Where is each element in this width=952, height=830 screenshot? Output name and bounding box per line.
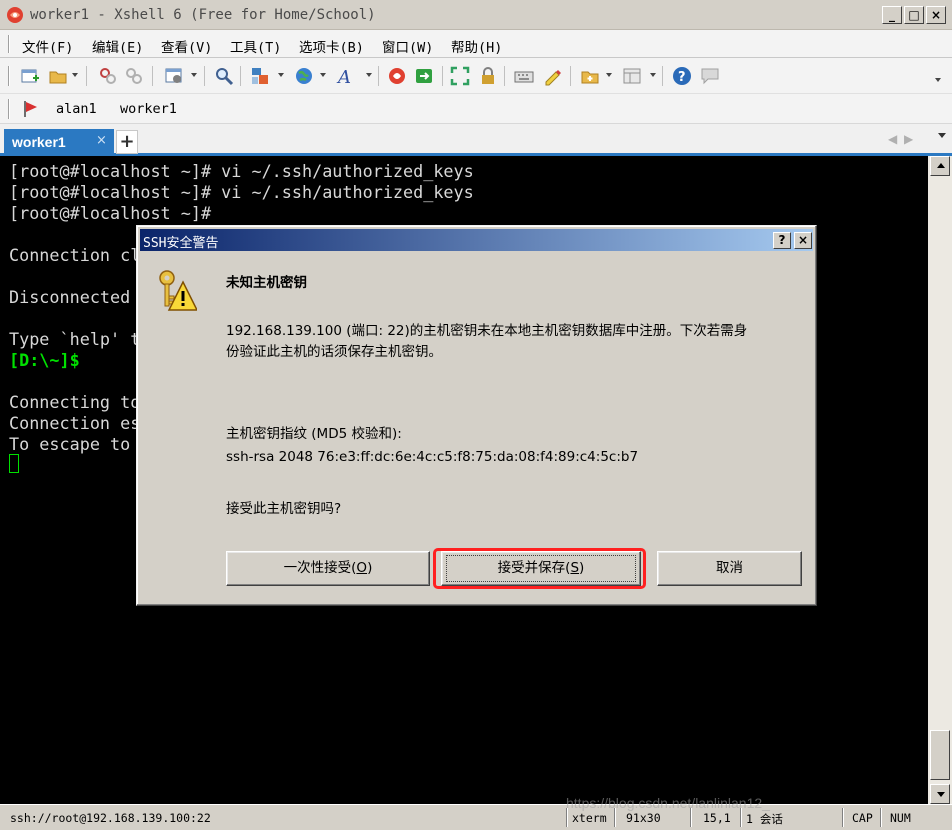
status-term-type: xterm bbox=[572, 811, 607, 825]
terminal-line: Connecting to bbox=[9, 392, 141, 412]
key-warning-icon bbox=[159, 270, 197, 311]
terminal-line: Type `help' t bbox=[9, 329, 141, 349]
menu-window[interactable]: 窗口(W) bbox=[382, 36, 433, 56]
dialog-title-bar[interactable]: SSH安全警告 ? × bbox=[140, 229, 813, 251]
title-bar: worker1 - Xshell 6 (Free for Home/School… bbox=[0, 0, 952, 30]
xshell-app-icon bbox=[7, 7, 23, 23]
scroll-down-button[interactable] bbox=[930, 784, 950, 804]
chat-icon[interactable] bbox=[700, 66, 720, 86]
tab-bar: worker1 × + ◀ ▶ bbox=[0, 124, 952, 156]
status-cap: CAP bbox=[852, 811, 873, 825]
xshell-icon[interactable] bbox=[387, 66, 407, 86]
terminal-cursor bbox=[9, 454, 19, 473]
fingerprint-label: 主机密钥指纹 (MD5 校验和): bbox=[226, 426, 402, 442]
status-sessions: 1 会话 bbox=[746, 812, 783, 826]
status-bar: ssh://root@192.168.139.100:22 xterm 91x3… bbox=[0, 804, 952, 830]
highlight-icon[interactable] bbox=[542, 66, 562, 86]
tab-layout-caret[interactable] bbox=[650, 73, 656, 77]
window-title: worker1 - Xshell 6 (Free for Home/School… bbox=[30, 7, 376, 23]
svg-text:?: ? bbox=[678, 70, 686, 85]
dialog-close-button[interactable]: × bbox=[794, 232, 812, 249]
find-icon[interactable] bbox=[214, 66, 234, 86]
dialog-message-line2: 份验证此主机的话须保存主机密钥。 bbox=[226, 344, 442, 360]
terminal-line: [root@#localhost ~]# vi ~/.ssh/authorize… bbox=[9, 161, 474, 181]
tab-layout-icon[interactable] bbox=[622, 66, 642, 86]
help-icon[interactable]: ? bbox=[672, 66, 692, 86]
scroll-up-button[interactable] bbox=[930, 156, 950, 176]
menu-edit[interactable]: 编辑(E) bbox=[92, 36, 143, 56]
xftp-icon[interactable] bbox=[414, 66, 434, 86]
layout-caret[interactable] bbox=[278, 73, 284, 77]
disconnect-icon[interactable] bbox=[124, 66, 144, 86]
tab-scroll-right-icon[interactable]: ▶ bbox=[904, 132, 913, 146]
menu-file[interactable]: 文件(F) bbox=[22, 36, 73, 56]
globe-icon[interactable] bbox=[294, 66, 314, 86]
close-button[interactable]: × bbox=[926, 6, 946, 24]
open-folder-caret[interactable] bbox=[72, 73, 78, 77]
links-flag-icon[interactable] bbox=[22, 100, 40, 118]
properties-icon[interactable] bbox=[164, 66, 184, 86]
terminal-line: Connection cl bbox=[9, 245, 141, 265]
terminal-line: Connection es bbox=[9, 413, 141, 433]
terminal-prompt: [D:\~]$ bbox=[9, 350, 80, 370]
dialog-help-button[interactable]: ? bbox=[773, 232, 791, 249]
properties-caret[interactable] bbox=[191, 73, 197, 77]
status-num: NUM bbox=[890, 811, 911, 825]
menu-view[interactable]: 查看(V) bbox=[161, 36, 212, 56]
linksbar-grip[interactable] bbox=[8, 99, 10, 119]
layout-icon[interactable] bbox=[250, 66, 270, 86]
fullscreen-icon[interactable] bbox=[450, 66, 470, 86]
terminal-scrollbar[interactable] bbox=[928, 156, 952, 804]
dialog-title: SSH安全警告 bbox=[143, 236, 219, 251]
new-tab-icon[interactable] bbox=[580, 66, 600, 86]
lock-icon[interactable] bbox=[478, 66, 498, 86]
menu-help[interactable]: 帮助(H) bbox=[451, 36, 502, 56]
menu-bar: 文件(F) 编辑(E) 查看(V) 工具(T) 选项卡(B) 窗口(W) 帮助(… bbox=[0, 30, 952, 58]
reconnect-icon[interactable] bbox=[98, 66, 118, 86]
status-size: 91x30 bbox=[626, 811, 661, 825]
menu-tools[interactable]: 工具(T) bbox=[230, 36, 281, 56]
font-icon[interactable]: A bbox=[336, 66, 356, 86]
link-alan1[interactable]: alan1 bbox=[56, 101, 97, 117]
tab-close-icon[interactable]: × bbox=[96, 133, 107, 148]
menubar-grip[interactable] bbox=[8, 35, 10, 53]
dialog-heading: 未知主机密钥 bbox=[226, 275, 307, 291]
accept-once-button[interactable]: 一次性接受(O) bbox=[226, 551, 430, 586]
maximize-button[interactable]: □ bbox=[904, 6, 924, 24]
status-connection: ssh://root@192.168.139.100:22 bbox=[10, 811, 211, 825]
globe-caret[interactable] bbox=[320, 73, 326, 77]
highlight-annotation-box bbox=[433, 548, 646, 589]
dialog-message-line1: 192.168.139.100 (端口: 22)的主机密钥未在本地主机密钥数据库… bbox=[226, 323, 748, 339]
open-folder-icon[interactable] bbox=[48, 66, 68, 86]
terminal-line: [root@#localhost ~]# vi ~/.ssh/authorize… bbox=[9, 182, 474, 202]
fingerprint-value: ssh-rsa 2048 76:e3:ff:dc:6e:4c:c5:f8:75:… bbox=[226, 449, 639, 465]
status-cursor: 15,1 bbox=[703, 811, 731, 825]
svg-text:A: A bbox=[336, 67, 351, 86]
tab-scroll-left-icon[interactable]: ◀ bbox=[888, 132, 897, 146]
keyboard-icon[interactable] bbox=[514, 66, 534, 86]
link-worker1[interactable]: worker1 bbox=[120, 101, 177, 117]
toolbar: A ? bbox=[0, 58, 952, 94]
terminal-line: [root@#localhost ~]# bbox=[9, 203, 212, 223]
cancel-button[interactable]: 取消 bbox=[657, 551, 802, 586]
dialog-question: 接受此主机密钥吗? bbox=[226, 501, 342, 517]
new-session-icon[interactable] bbox=[20, 66, 40, 86]
links-bar: alan1 worker1 bbox=[0, 94, 952, 124]
toolbar-grip[interactable] bbox=[8, 66, 10, 86]
scroll-thumb[interactable] bbox=[930, 730, 950, 780]
tab-worker1-label: worker1 bbox=[12, 134, 66, 150]
add-tab-button[interactable]: + bbox=[116, 130, 138, 154]
terminal-line: To escape to bbox=[9, 434, 131, 454]
toolbar-overflow-caret[interactable] bbox=[935, 78, 941, 82]
minimize-button[interactable]: _ bbox=[882, 6, 902, 24]
font-caret[interactable] bbox=[366, 73, 372, 77]
new-tab-caret[interactable] bbox=[606, 73, 612, 77]
tab-list-chevron-down-icon[interactable] bbox=[938, 133, 946, 138]
tab-worker1[interactable]: worker1 × bbox=[4, 129, 114, 156]
menu-tabs[interactable]: 选项卡(B) bbox=[299, 36, 364, 56]
terminal-line: Disconnected bbox=[9, 287, 131, 307]
